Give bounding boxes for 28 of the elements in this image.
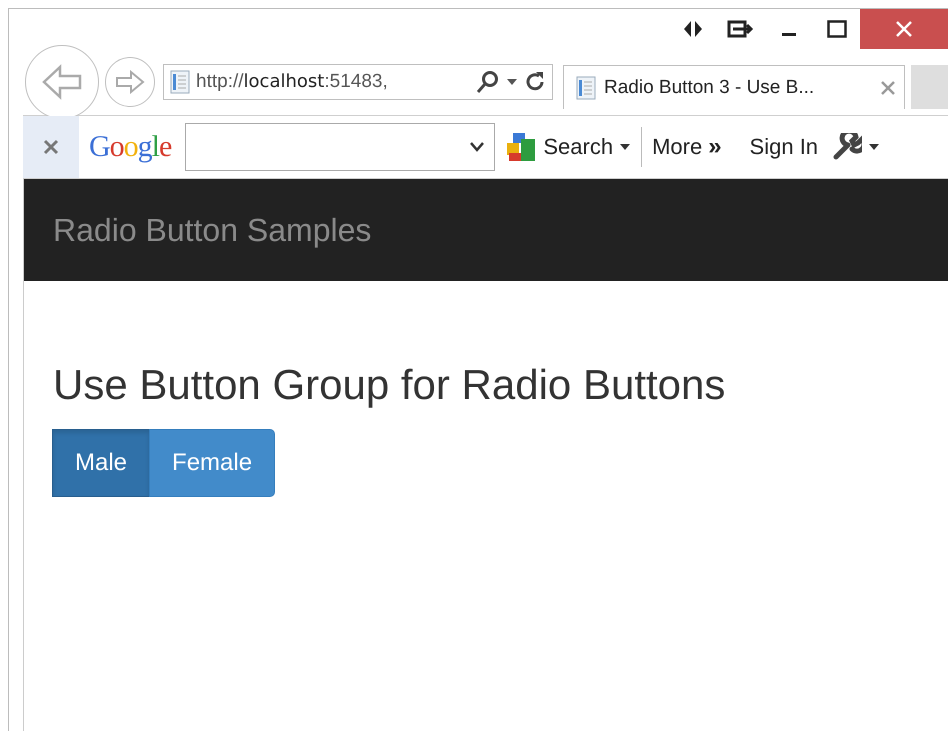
close-icon bbox=[895, 20, 913, 38]
chevron-down-icon[interactable] bbox=[470, 142, 484, 152]
page-icon bbox=[170, 70, 190, 94]
brand-link[interactable]: Radio Button Samples bbox=[53, 212, 372, 248]
search-button[interactable]: Search bbox=[501, 131, 636, 163]
search-field[interactable] bbox=[185, 123, 496, 171]
arrow-right-icon bbox=[115, 70, 145, 94]
refresh-icon[interactable] bbox=[524, 71, 546, 93]
google-logo: Google bbox=[89, 130, 172, 164]
close-icon[interactable] bbox=[880, 80, 896, 96]
wrench-icon bbox=[832, 133, 862, 161]
caret-icon bbox=[619, 143, 632, 151]
caret-icon[interactable] bbox=[506, 78, 518, 86]
page-icon bbox=[576, 76, 596, 100]
arrow-left-icon bbox=[40, 64, 84, 100]
browser-tab[interactable]: Radio Button 3 - Use B... bbox=[563, 65, 905, 109]
search-icon[interactable] bbox=[476, 70, 500, 94]
radio-option-button[interactable]: Male bbox=[52, 429, 150, 497]
address-bar[interactable]: http://localhost:51483, bbox=[163, 64, 553, 100]
close-icon[interactable] bbox=[23, 116, 79, 178]
squares-icon bbox=[505, 131, 538, 163]
page-heading: Use Button Group for Radio Buttons bbox=[53, 361, 726, 409]
tab-strip-background bbox=[911, 65, 948, 109]
caret-icon bbox=[868, 143, 880, 151]
radio-option-button[interactable]: Female bbox=[149, 429, 276, 497]
close-button[interactable] bbox=[860, 9, 948, 49]
more-button[interactable]: More » bbox=[648, 133, 726, 161]
sign-in-link[interactable]: Sign In bbox=[746, 134, 822, 160]
